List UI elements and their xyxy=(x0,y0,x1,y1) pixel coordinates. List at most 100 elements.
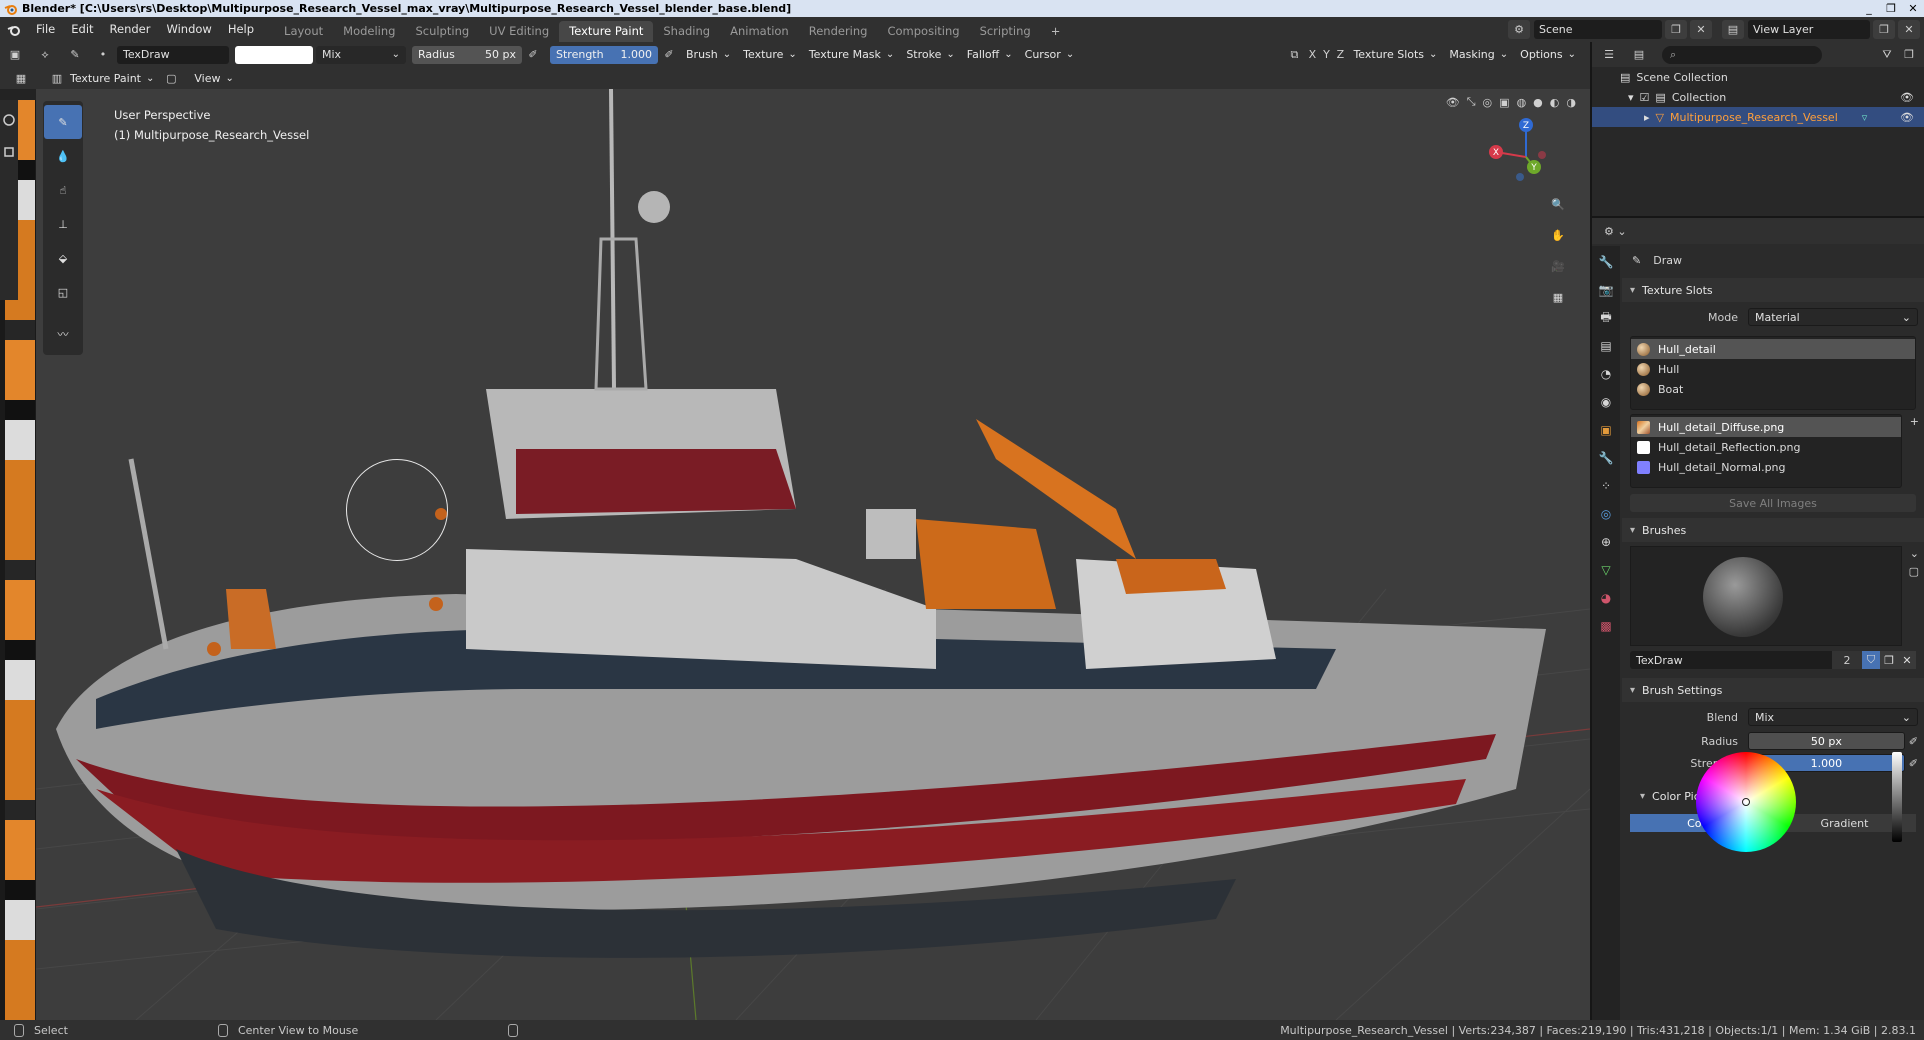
material-tab-icon[interactable]: ◕ xyxy=(1594,586,1618,610)
fake-user-icon[interactable]: ⛉ xyxy=(1862,651,1880,669)
expand-arrow-icon[interactable]: ▾ xyxy=(1628,91,1634,104)
new-collection-icon[interactable]: ❐ xyxy=(1898,45,1920,65)
axis-y-toggle[interactable]: Y xyxy=(1319,45,1333,65)
soften-tool-icon[interactable]: 💧 xyxy=(44,139,82,173)
texture-menu[interactable]: Texture xyxy=(737,45,803,65)
new-view-layer-icon[interactable]: ❐ xyxy=(1873,20,1895,39)
tab-texture-paint[interactable]: Texture Paint xyxy=(559,21,654,42)
properties-editor-icon[interactable]: ⚙ ⌄ xyxy=(1604,225,1627,238)
data-tab-icon[interactable]: ▽ xyxy=(1594,558,1618,582)
constraints-tab-icon[interactable]: ⊕ xyxy=(1594,530,1618,554)
menu-window[interactable]: Window xyxy=(158,17,219,42)
eye-icon[interactable]: 👁 xyxy=(1900,91,1914,104)
mask-tool-icon[interactable]: ◱ xyxy=(44,275,82,309)
navigation-gizmo[interactable]: Z X Y xyxy=(1486,117,1566,197)
texture-tab-icon[interactable]: ▩ xyxy=(1594,614,1618,638)
3d-viewport[interactable]: ✎ 💧 ☝ ⊥ ⬙ ◱ 〰 User Perspective (1) Multi… xyxy=(36,89,1590,1020)
outliner-scene-collection[interactable]: ▤ Scene Collection xyxy=(1592,67,1924,87)
display-mode-icon[interactable]: ▤ xyxy=(1628,45,1650,65)
tab-uv-editing[interactable]: UV Editing xyxy=(479,21,559,42)
overlay-toggle-icon[interactable]: ◎ xyxy=(1483,96,1493,109)
radius-pressure-icon[interactable]: ✐ xyxy=(522,45,544,65)
brushes-panel-header[interactable]: Brushes xyxy=(1622,518,1924,542)
list-item[interactable]: Hull_detail_Diffuse.png xyxy=(1631,417,1901,437)
menu-help[interactable]: Help xyxy=(220,17,262,42)
view-menu[interactable]: View xyxy=(188,68,240,88)
scene-selector-icon[interactable]: ⚙ xyxy=(1508,20,1530,39)
list-item[interactable]: Boat xyxy=(1631,379,1915,399)
material-shading-icon[interactable]: ◐ xyxy=(1550,96,1560,109)
tab-animation[interactable]: Animation xyxy=(720,21,799,42)
view-layer-tab-icon[interactable]: ▤ xyxy=(1594,334,1618,358)
rendered-shading-icon[interactable]: ◑ xyxy=(1566,96,1576,109)
tab-shading[interactable]: Shading xyxy=(653,21,720,42)
tab-modeling[interactable]: Modeling xyxy=(333,21,405,42)
color-wheel-cursor[interactable] xyxy=(1742,798,1750,806)
modifier-tab-icon[interactable]: 🔧 xyxy=(1594,446,1618,470)
tab-sculpting[interactable]: Sculpting xyxy=(405,21,479,42)
outliner-vessel-object[interactable]: ▸ ▽ Multipurpose_Research_Vessel ▿ 👁 xyxy=(1592,107,1924,127)
particles-tab-icon[interactable]: ⁘ xyxy=(1594,474,1618,498)
object-tab-icon[interactable]: ▣ xyxy=(1594,418,1618,442)
zoom-icon[interactable]: 🔍 xyxy=(1546,189,1570,220)
menu-edit[interactable]: Edit xyxy=(63,17,101,42)
xray-icon[interactable]: ▣ xyxy=(1499,96,1509,109)
checkbox-icon[interactable]: ☑ xyxy=(1640,91,1650,104)
texture-mask-menu[interactable]: Texture Mask xyxy=(803,45,901,65)
mode-dropdown[interactable]: Material ⌄ xyxy=(1748,308,1918,326)
symmetry-icon[interactable]: ⧉ xyxy=(1283,45,1305,65)
view-layer-field[interactable]: View Layer xyxy=(1748,20,1870,39)
maximize-button[interactable]: ❐ xyxy=(1880,0,1902,17)
radius-field[interactable]: 50 px xyxy=(1748,732,1905,750)
eye-icon[interactable]: 👁 xyxy=(1900,111,1914,124)
minimize-button[interactable]: _ xyxy=(1858,0,1880,17)
axis-z-toggle[interactable]: Z xyxy=(1333,45,1347,65)
texture-slots-panel-header[interactable]: Texture Slots xyxy=(1622,278,1924,302)
list-item[interactable]: Hull_detail_Reflection.png xyxy=(1631,437,1901,457)
blend-dropdown[interactable]: Mix ⌄ xyxy=(1748,708,1918,726)
tab-layout[interactable]: Layout xyxy=(274,21,333,42)
grid-view-icon[interactable]: ▦ xyxy=(1546,282,1570,313)
brush-image-icon[interactable]: ▢ xyxy=(1909,565,1919,578)
outliner-editor-icon[interactable]: ☰ xyxy=(1598,45,1620,65)
brush-menu[interactable]: Brush xyxy=(680,45,737,65)
tab-rendering[interactable]: Rendering xyxy=(799,21,878,42)
wireframe-shading-icon[interactable]: ◍ xyxy=(1517,96,1527,109)
output-tab-icon[interactable]: 🖶 xyxy=(1594,306,1618,330)
tab-compositing[interactable]: Compositing xyxy=(877,21,969,42)
editor-type-icon[interactable]: ▣ xyxy=(4,45,26,65)
list-item[interactable]: Hull_detail xyxy=(1631,339,1915,359)
clone-tool-icon[interactable]: ⊥ xyxy=(44,207,82,241)
brush-color-swatch[interactable] xyxy=(235,45,313,64)
blender-menu-icon[interactable] xyxy=(0,17,28,42)
cursor-menu[interactable]: Cursor xyxy=(1019,45,1081,65)
new-scene-icon[interactable]: ❐ xyxy=(1665,20,1687,39)
brush-settings-panel-header[interactable]: Brush Settings xyxy=(1622,678,1924,702)
delete-view-layer-icon[interactable]: ✕ xyxy=(1898,20,1920,39)
pen-pressure-icon[interactable]: ✐ xyxy=(1909,735,1918,748)
texture-slots-menu[interactable]: Texture Slots xyxy=(1347,45,1443,65)
menu-render[interactable]: Render xyxy=(102,17,159,42)
strength-pressure-icon[interactable]: ✐ xyxy=(658,45,680,65)
value-slider[interactable] xyxy=(1892,752,1902,842)
stroke-menu[interactable]: Stroke xyxy=(900,45,960,65)
brush-name-field[interactable]: TexDraw xyxy=(1630,651,1832,669)
color-wheel[interactable] xyxy=(1696,752,1796,852)
world-tab-icon[interactable]: ◉ xyxy=(1594,390,1618,414)
duplicate-brush-icon[interactable]: ❐ xyxy=(1880,651,1898,669)
camera-icon[interactable]: 🎥 xyxy=(1546,251,1570,282)
brush-users-count[interactable]: 2 xyxy=(1832,651,1862,669)
view-layer-icon[interactable]: ▤ xyxy=(1722,20,1744,39)
paint-mask-icon[interactable]: ▢ xyxy=(160,68,182,88)
list-item[interactable]: Hull_detail_Normal.png xyxy=(1631,457,1901,477)
pan-hand-icon[interactable]: ✋ xyxy=(1546,220,1570,251)
left-editor-type-icon[interactable]: ▦ xyxy=(10,68,32,88)
solid-shading-icon[interactable]: ● xyxy=(1533,96,1543,109)
tab-scripting[interactable]: Scripting xyxy=(970,21,1041,42)
tool-settings-icon[interactable]: ⟡ xyxy=(34,45,56,65)
menu-file[interactable]: File xyxy=(28,17,63,42)
tool-tab-icon[interactable]: 🔧 xyxy=(1594,250,1618,274)
gizmo-toggle-icon[interactable]: ⤡ xyxy=(1467,95,1476,109)
visibility-icon[interactable]: 👁 xyxy=(1446,96,1460,109)
physics-tab-icon[interactable]: ◎ xyxy=(1594,502,1618,526)
